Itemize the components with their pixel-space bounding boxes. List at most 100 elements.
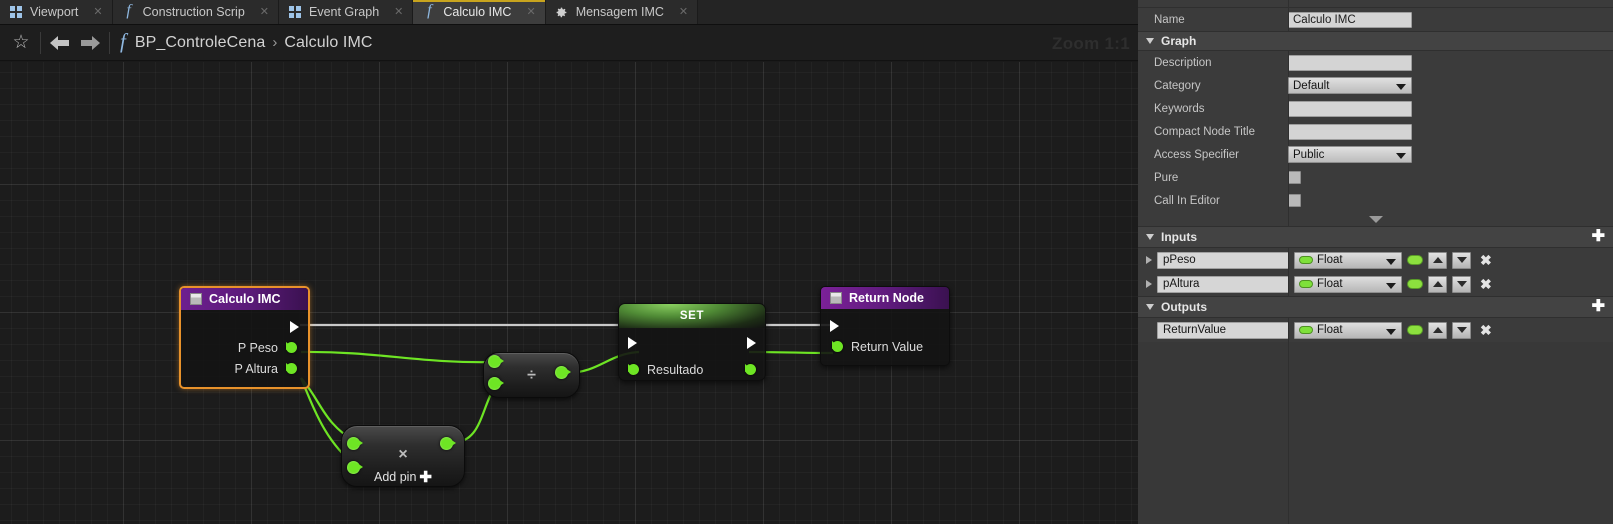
- close-icon[interactable]: ✕: [526, 6, 535, 18]
- node-multiply[interactable]: × Add pin ✚: [341, 425, 465, 487]
- access-specifier-dropdown[interactable]: Public: [1288, 146, 1412, 163]
- pure-checkbox[interactable]: [1288, 171, 1301, 184]
- output-name-field[interactable]: ReturnValue: [1157, 321, 1289, 339]
- section-header-outputs[interactable]: Outputs ✚: [1138, 296, 1613, 318]
- compact-node-title-field[interactable]: [1288, 123, 1412, 140]
- chevron-down-icon: [1146, 304, 1154, 310]
- arrow-up-icon: [1432, 257, 1443, 263]
- tab-viewport[interactable]: Viewport ✕: [0, 0, 113, 24]
- container-type-icon[interactable]: [1407, 325, 1423, 335]
- favorite-star-icon[interactable]: ☆: [6, 28, 36, 58]
- chevron-right-icon[interactable]: [1146, 256, 1152, 264]
- section-header-graph[interactable]: Graph: [1138, 31, 1613, 51]
- node-return[interactable]: Return Node Return Value: [820, 286, 950, 366]
- close-icon[interactable]: ✕: [394, 6, 403, 18]
- forward-arrow-icon[interactable]: [75, 28, 105, 58]
- tab-event-graph[interactable]: Event Graph ✕: [278, 0, 414, 24]
- keywords-field[interactable]: [1288, 100, 1412, 117]
- move-up-button[interactable]: [1428, 321, 1447, 339]
- divide-output-pin[interactable]: [555, 366, 571, 379]
- details-value: Calculo IMC: [1288, 11, 1613, 28]
- section-collapse-handle[interactable]: [1138, 212, 1613, 226]
- node-set-resultado[interactable]: SET Resultado: [618, 303, 766, 381]
- input-name-field[interactable]: pAltura: [1157, 275, 1289, 293]
- close-icon[interactable]: ✕: [93, 6, 102, 18]
- function-icon: f: [120, 28, 126, 53]
- node-row-p-peso: P Peso: [181, 337, 308, 358]
- container-type-icon[interactable]: [1407, 255, 1423, 265]
- tab-construction-script[interactable]: f Construction Scrip ✕: [112, 0, 279, 24]
- tab-label: Mensagem IMC: [575, 5, 664, 19]
- input-type-dropdown[interactable]: Float: [1294, 251, 1402, 269]
- multiply-input-pin-b[interactable]: [347, 461, 363, 474]
- tab-label: Event Graph: [308, 5, 380, 19]
- node-title-label: Calculo IMC: [209, 292, 281, 306]
- section-title: Inputs: [1161, 230, 1197, 244]
- blueprint-canvas[interactable]: Calculo IMC P Peso P Altura × Add pin ✚ …: [0, 62, 1138, 524]
- container-type-icon[interactable]: [1407, 279, 1423, 289]
- float-input-pin[interactable]: [832, 341, 843, 352]
- tab-calculo-imc[interactable]: f Calculo IMC ✕: [413, 0, 546, 24]
- exec-input-pin[interactable]: [628, 336, 637, 349]
- float-input-pin[interactable]: [628, 364, 639, 375]
- node-calculo-imc-entry[interactable]: Calculo IMC P Peso P Altura: [179, 286, 310, 389]
- name-field[interactable]: Calculo IMC: [1288, 11, 1412, 28]
- remove-output-button[interactable]: ✖: [1480, 323, 1492, 337]
- chevron-down-icon: [1146, 234, 1154, 240]
- multiply-output-pin[interactable]: [440, 437, 456, 450]
- divide-input-pin-a[interactable]: [488, 355, 504, 368]
- section-title: Graph: [1161, 34, 1197, 48]
- details-label: Access Specifier: [1154, 148, 1240, 161]
- exec-input-pin[interactable]: [830, 319, 839, 332]
- input-type-dropdown[interactable]: Float: [1294, 275, 1402, 293]
- remove-input-button[interactable]: ✖: [1480, 253, 1492, 267]
- details-label: Keywords: [1154, 102, 1205, 115]
- category-dropdown[interactable]: Default: [1288, 77, 1412, 94]
- float-output-pin[interactable]: [745, 364, 756, 375]
- details-row-pure: Pure: [1138, 166, 1613, 189]
- divide-input-pin-b[interactable]: [488, 377, 504, 390]
- move-up-button[interactable]: [1428, 251, 1447, 269]
- remove-input-button[interactable]: ✖: [1480, 277, 1492, 291]
- panel-top-partial-row: [1138, 0, 1613, 8]
- add-output-button[interactable]: ✚: [1592, 299, 1605, 315]
- arrow-up-icon: [1432, 327, 1443, 333]
- details-value: [1288, 100, 1613, 117]
- close-icon[interactable]: ✕: [260, 6, 269, 18]
- float-output-pin[interactable]: [286, 363, 297, 374]
- move-down-button[interactable]: [1452, 275, 1471, 293]
- chevron-down-icon: [1396, 153, 1406, 159]
- node-pin-rows: P Peso P Altura: [181, 310, 308, 387]
- input-type-value: Float: [1317, 254, 1343, 266]
- exec-output-pin[interactable]: [747, 336, 756, 349]
- node-pin-rows: Return Value: [821, 309, 949, 365]
- add-input-button[interactable]: ✚: [1592, 229, 1605, 245]
- node-row-p-altura: P Altura: [181, 358, 308, 379]
- call-in-editor-checkbox[interactable]: [1288, 194, 1301, 207]
- move-up-button[interactable]: [1428, 275, 1447, 293]
- back-arrow-icon[interactable]: [45, 28, 75, 58]
- close-icon[interactable]: ✕: [679, 6, 688, 18]
- chevron-right-icon[interactable]: [1146, 280, 1152, 288]
- description-field[interactable]: [1288, 54, 1412, 71]
- section-header-inputs[interactable]: Inputs ✚: [1138, 226, 1613, 248]
- node-title-label: SET: [679, 310, 705, 322]
- breadcrumb-leaf[interactable]: Calculo IMC: [284, 34, 372, 52]
- move-down-button[interactable]: [1452, 251, 1471, 269]
- breadcrumb-root[interactable]: BP_ControleCena: [135, 34, 265, 52]
- tab-label: Calculo IMC: [443, 5, 512, 19]
- input-type-value: Float: [1317, 278, 1343, 290]
- exec-output-pin[interactable]: [290, 320, 299, 333]
- tab-bar: Viewport ✕ f Construction Scrip ✕ Event …: [0, 0, 1138, 25]
- details-value: Default: [1288, 77, 1613, 94]
- arrow-down-icon: [1456, 257, 1467, 263]
- multiply-input-pin-a[interactable]: [347, 437, 363, 450]
- float-output-pin[interactable]: [286, 342, 297, 353]
- tab-bar-filler: [698, 0, 1138, 24]
- output-type-dropdown[interactable]: Float: [1294, 321, 1402, 339]
- move-down-button[interactable]: [1452, 321, 1471, 339]
- chevron-down-icon: [1368, 215, 1383, 223]
- tab-mensagem-imc[interactable]: Mensagem IMC ✕: [545, 0, 699, 24]
- input-name-field[interactable]: pPeso: [1157, 251, 1289, 269]
- output-type-value: Float: [1317, 324, 1343, 336]
